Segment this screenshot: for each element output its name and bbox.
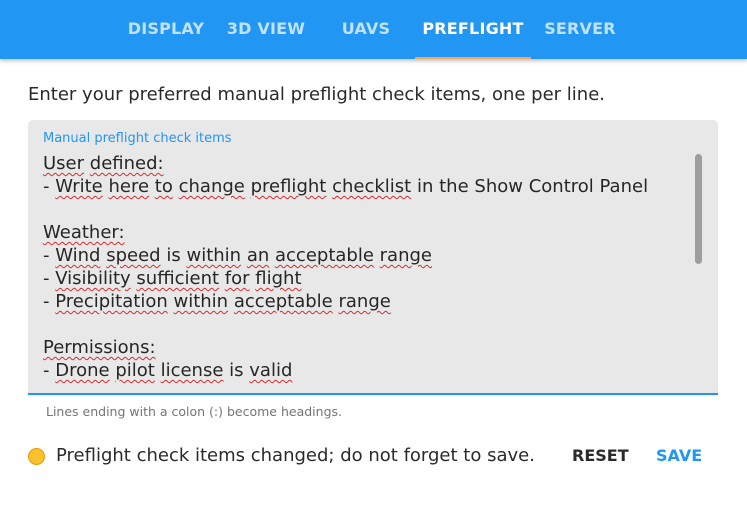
checklist-line [43,313,683,336]
checklist-line: - Wind speed is within an acceptable ran… [43,245,432,266]
checklist-textarea[interactable]: Manual preflight check items User define… [28,120,718,395]
tab-display[interactable]: DISPLAY [118,0,214,59]
textarea-scrollbar-thumb[interactable] [695,154,702,264]
checklist-line: - Drone pilot license is valid [43,360,293,381]
checklist-line: - Visibility sufficient for flight [43,268,302,289]
tab-server[interactable]: SERVER [533,0,627,59]
checklist-text-content[interactable]: User defined: - Write here to change pref… [43,152,683,384]
instruction-text: Enter your preferred manual preflight ch… [28,84,606,105]
active-tab-indicator [415,57,531,59]
checklist-line: User defined: [43,153,164,174]
checklist-field-label: Manual preflight check items [43,131,232,146]
reset-button[interactable]: RESET [562,436,639,476]
checklist-line: - Write here to change preflight checkli… [43,176,649,197]
tab-uavs[interactable]: UAVS [318,0,414,59]
save-button[interactable]: SAVE [646,436,712,476]
status-message: Preflight check items changed; do not fo… [56,445,535,466]
warning-dot-icon [28,448,45,465]
tab-3d-view[interactable]: 3D VIEW [218,0,314,59]
checklist-line: - Precipitation within acceptable range [43,291,391,312]
textarea-scrollbar[interactable] [694,154,703,383]
checklist-line [43,198,683,221]
top-tab-bar: DISPLAY 3D VIEW UAVS PREFLIGHT SERVER [0,0,747,59]
helper-text: Lines ending with a colon (:) become hea… [46,404,342,419]
tab-preflight[interactable]: PREFLIGHT [415,0,531,59]
checklist-line: Weather: [43,222,125,243]
checklist-line: Permissions: [43,337,156,358]
